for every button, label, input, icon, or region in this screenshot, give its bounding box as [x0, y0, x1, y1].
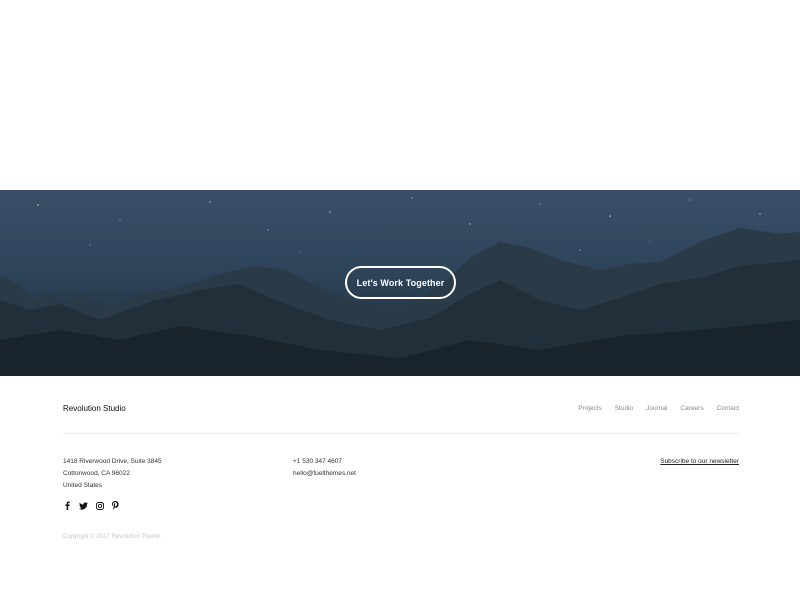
footer-divider: [63, 433, 739, 434]
footer-newsletter: Subscribe to our newsletter: [660, 456, 739, 468]
email-link[interactable]: hello@fuelthemes.net: [293, 468, 356, 480]
pinterest-icon[interactable]: [111, 501, 120, 510]
footer-contact: +1 530 347 4607 hello@fuelthemes.net: [293, 456, 356, 480]
nav-studio[interactable]: Studio: [615, 405, 633, 412]
nav-contact[interactable]: Contact: [717, 405, 739, 412]
nav-careers[interactable]: Careers: [680, 405, 703, 412]
hero-banner: Let's Work Together: [0, 190, 800, 376]
phone-number[interactable]: +1 530 347 4607: [293, 456, 356, 468]
address-line-3: United States: [63, 482, 103, 489]
footer-brand[interactable]: Revolution Studio: [63, 404, 126, 413]
footer-nav: Projects Studio Journal Careers Contact: [578, 405, 739, 412]
twitter-icon[interactable]: [79, 501, 88, 510]
address-line-2: Cottonwood, CA 96022: [63, 470, 130, 477]
address-line-1: 1418 Riverwood Drive, Suite 3845: [63, 458, 162, 465]
lets-work-together-button[interactable]: Let's Work Together: [345, 266, 456, 299]
facebook-icon[interactable]: [63, 501, 72, 510]
stars: [37, 197, 761, 253]
footer-address: 1418 Riverwood Drive, Suite 3845 Cottonw…: [63, 456, 162, 492]
instagram-icon[interactable]: [95, 501, 104, 510]
social-links: [63, 501, 120, 510]
newsletter-link[interactable]: Subscribe to our newsletter: [660, 458, 739, 465]
nav-journal[interactable]: Journal: [646, 405, 667, 412]
nav-projects[interactable]: Projects: [578, 405, 601, 412]
copyright-text: Copyright © 2017 Revolution Theme.: [63, 534, 162, 540]
footer-header: Revolution Studio Projects Studio Journa…: [63, 398, 739, 418]
